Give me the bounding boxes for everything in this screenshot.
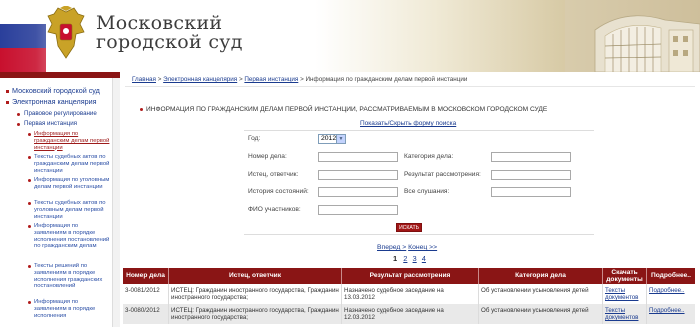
column-header-parties: Истец, ответчик [169,268,342,284]
sidebar-subitem-criminal-texts[interactable]: Тексты судебных актов по уголовным делам… [34,200,110,220]
history-input[interactable] [318,187,398,197]
bullet-icon [6,90,9,93]
breadcrumb: Главная > Электронная канцелярия > Перва… [132,76,467,83]
chevron-down-icon: ▼ [336,135,345,143]
bullet-icon [17,113,20,116]
sidebar-subitem-enforcement-info[interactable]: Информация по заявлениям в порядке испол… [34,223,110,250]
docs-link[interactable]: Тексты документов [603,304,647,324]
column-header-category: Категория дела [479,268,603,284]
court-building-image [565,0,700,72]
cell-number: 3-0080/2012 [123,304,169,324]
pagination: 1 2 3 4 [393,254,429,263]
cell-parties: ИСТЕЦ: Гражданин иностранного государств… [169,304,342,324]
hearings-input[interactable] [491,187,571,197]
year-select-value: 2012 [321,135,337,142]
site-header: Московский городской суд [0,0,700,72]
participants-label: ФИО участников: [248,206,301,213]
table-row: 3-0081/2012 ИСТЕЦ: Гражданин иностранног… [123,284,695,304]
year-select[interactable]: 2012 ▼ [318,134,346,144]
page-current: 1 [393,254,398,263]
coat-of-arms-icon [47,6,85,59]
cell-result: Назначено судебное заседание на 12.03.20… [342,304,479,324]
bullet-icon [28,202,31,205]
page-title: ИНФОРМАЦИЯ ПО ГРАЖДАНСКИМ ДЕЛАМ ПЕРВОЙ И… [146,106,548,113]
search-button[interactable]: ИСКАТЬ [396,223,422,232]
breadcrumb-separator: > [157,76,162,83]
breadcrumb-separator: > [300,76,304,83]
column-header-more: Подробнее.. [651,272,691,279]
site-title-line2: городской суд [96,31,243,53]
breadcrumb-e-office-link[interactable]: Электронная канцелярия [163,76,237,83]
page-link[interactable]: 3 [413,254,417,263]
docs-link[interactable]: Тексты документов [603,284,647,304]
sidebar-item-moscow-court[interactable]: Московский городской суд [12,87,100,95]
sidebar-divider [112,78,120,327]
toggle-search-form-link[interactable]: Показать/Скрыть форму поиска [360,120,456,127]
sidebar-subitem-civil-info[interactable]: Информация по гражданским делам первой и… [34,131,110,151]
divider [244,234,594,235]
participants-input[interactable] [318,205,398,215]
parties-input[interactable] [318,170,398,180]
more-link[interactable]: Подробнее.. [647,284,695,304]
sidebar-subitem-enforcement-info-2[interactable]: Информация по заявлениям в порядке испол… [34,299,110,319]
pager-nav: Вперед > Конец >> [377,244,437,251]
result-label: Результат рассмотрения: [404,171,481,178]
divider [125,86,695,87]
sidebar-subitem-civil-texts[interactable]: Тексты судебных актов по гражданским дел… [34,154,110,174]
sidebar-item-legal-regulation[interactable]: Правовое регулирование [24,110,97,118]
bullet-icon [28,225,31,228]
pager-forward-link[interactable]: Вперед > [377,244,406,251]
cell-parties: ИСТЕЦ: Гражданин иностранного государств… [169,284,342,304]
search-form [244,130,594,234]
parties-label: Истец, ответчик: [248,171,299,178]
hearings-label: Все слушания: [404,188,450,195]
table-header: Номер дела Истец, ответчик Результат рас… [123,268,695,284]
result-input[interactable] [491,170,571,180]
pager-end-link[interactable]: Конец >> [408,244,437,251]
year-label: Год: [248,135,261,142]
cell-number: 3-0081/2012 [123,284,169,304]
column-header-docs: Скачать документы [603,268,647,284]
breadcrumb-current: Информация по гражданским делам первой и… [305,76,468,83]
site-title[interactable]: Московский городской суд [96,14,243,52]
breadcrumb-first-instance-link[interactable]: Первая инстанция [244,76,298,83]
cell-result: Назначено судебное заседание на 13.03.20… [342,284,479,304]
sidebar-subitem-criminal-info[interactable]: Информация по уголовным делам первой инс… [34,177,110,191]
case-number-input[interactable] [318,152,398,162]
bullet-icon [28,265,31,268]
bullet-icon [28,301,31,304]
bullet-icon [28,133,31,136]
sidebar-item-first-instance[interactable]: Первая инстанция [24,120,77,128]
column-header-number: Номер дела [123,268,169,284]
page-link[interactable]: 4 [422,254,426,263]
bullet-icon [28,156,31,159]
bullet-icon [6,101,9,104]
more-link[interactable]: Подробнее.. [647,304,695,324]
sidebar-subitem-enforcement-texts[interactable]: Тексты решений по заявлениям в порядке и… [34,263,110,290]
breadcrumb-home-link[interactable]: Главная [132,76,156,83]
bullet-icon [17,123,20,126]
heading-bullet-icon [140,108,143,111]
page-link[interactable]: 2 [403,254,407,263]
case-number-label: Номер дела: [248,153,287,160]
cell-category: Об установлении усыновления детей [479,304,603,324]
history-label: История состояний: [248,188,309,195]
sidebar-item-e-office[interactable]: Электронная канцелярия [12,98,97,106]
category-input[interactable] [491,152,571,162]
column-header-result: Результат рассмотрения [342,268,479,284]
cell-category: Об установлении усыновления детей [479,284,603,304]
bullet-icon [28,179,31,182]
breadcrumb-separator: > [238,76,243,83]
table-row: 3-0080/2012 ИСТЕЦ: Гражданин иностранног… [123,304,695,324]
category-label: Категория дела: [404,153,454,160]
